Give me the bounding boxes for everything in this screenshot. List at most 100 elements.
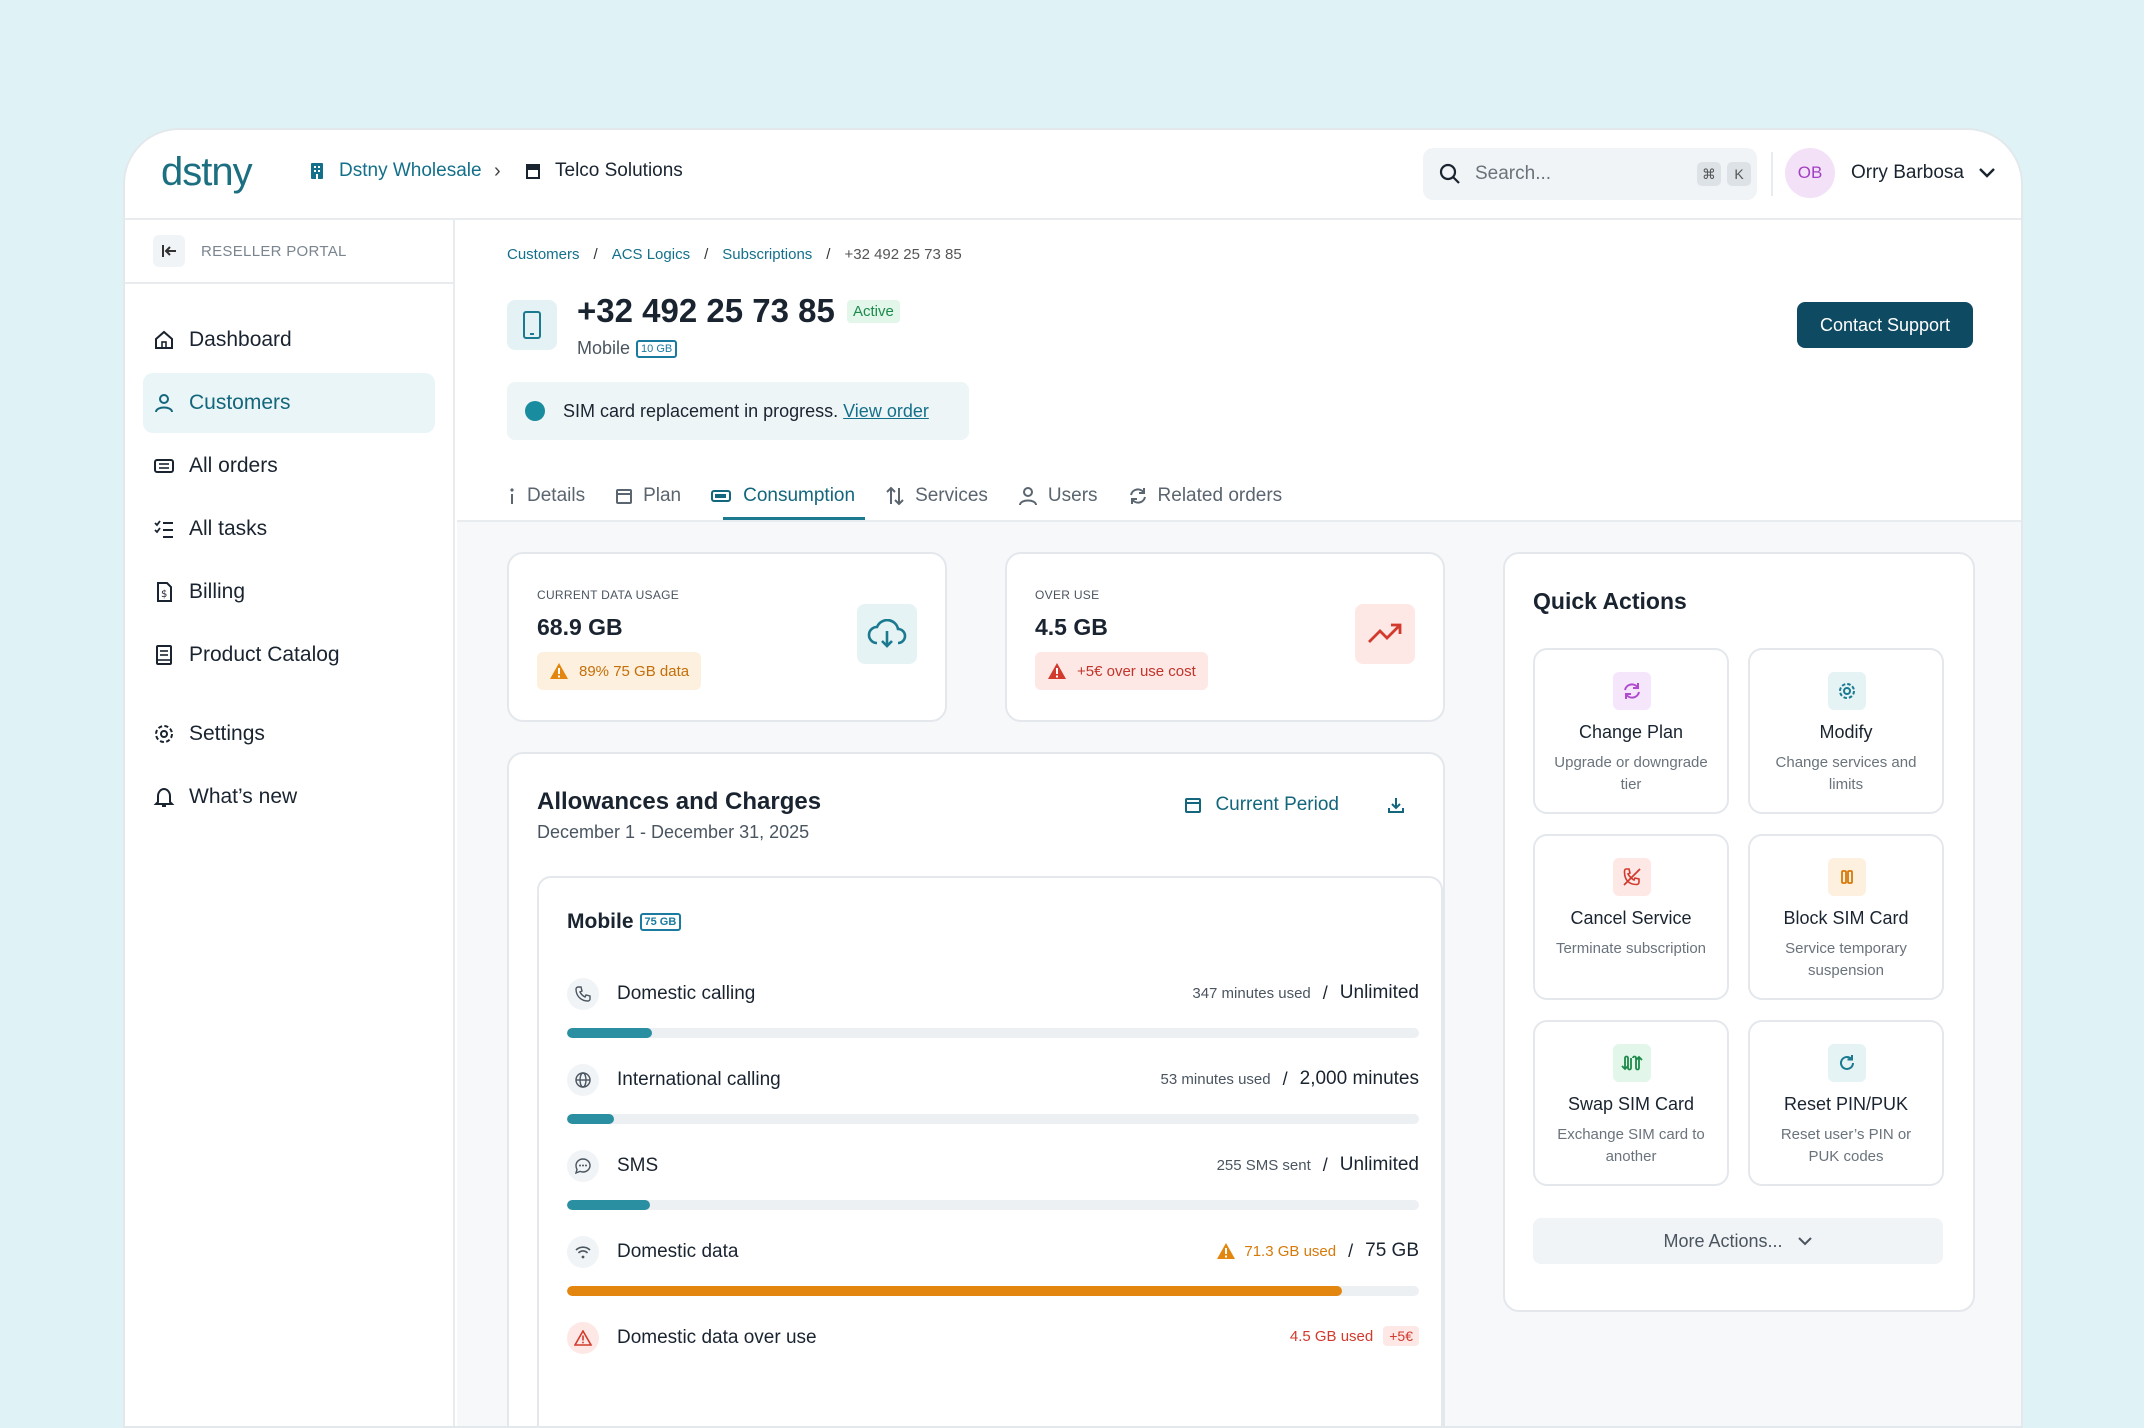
kpi-value: 4.5 GB xyxy=(1035,614,1108,640)
user-menu[interactable]: OB Orry Barbosa xyxy=(1771,148,1996,198)
tab-bar: Details Plan Consumption Services Users … xyxy=(507,472,1312,520)
period-label: Current Period xyxy=(1215,794,1339,815)
sidebar-item-all-orders[interactable]: All orders xyxy=(143,436,435,496)
breadcrumb-separator: / xyxy=(593,246,598,263)
allowances-period: December 1 - December 31, 2025 xyxy=(537,822,810,842)
tab-label: Services xyxy=(915,485,988,506)
status-badge: Active xyxy=(847,300,900,323)
swap-sim-card-button[interactable]: Swap SIM Card Exchange SIM card to anoth… xyxy=(1533,1020,1729,1186)
collapse-sidebar-icon[interactable] xyxy=(153,235,185,267)
row-usage: 255 SMS sent / Unlimited xyxy=(1217,1154,1419,1176)
warning-icon xyxy=(1217,1243,1236,1259)
tab-details[interactable]: Details xyxy=(507,472,585,520)
action-description: Exchange SIM card to another xyxy=(1557,1126,1705,1165)
row-label: Domestic calling xyxy=(567,978,755,1010)
row-label-text: Domestic calling xyxy=(617,983,756,1004)
home-icon xyxy=(155,330,173,349)
modify-button[interactable]: Modify Change services and limits xyxy=(1748,648,1944,814)
notice-text: SIM card replacement in progress. xyxy=(563,400,839,421)
change-plan-button[interactable]: Change Plan Upgrade or downgrade tier xyxy=(1533,648,1729,814)
allowances-title: Allowances and Charges xyxy=(537,788,822,815)
chevron-down-icon xyxy=(1979,168,1995,178)
usage-separator: / xyxy=(1322,982,1328,1003)
pause-icon xyxy=(1828,858,1866,896)
portal-label: RESELLER PORTAL xyxy=(201,242,347,260)
sidebar-item-label: All orders xyxy=(189,454,278,477)
row-label-text: SMS xyxy=(617,1155,659,1176)
gear-icon xyxy=(155,725,173,743)
breadcrumb-current: +32 492 25 73 85 xyxy=(844,246,962,263)
sidebar-item-label: Customers xyxy=(189,391,291,414)
search-input[interactable]: Search... ⌘ K xyxy=(1423,148,1757,200)
org-primary-label: Dstny Wholesale xyxy=(339,160,482,181)
action-description: Upgrade or downgrade tier xyxy=(1554,754,1708,793)
download-icon[interactable] xyxy=(1387,796,1405,819)
sidebar-nav: Dashboard Customers All orders All tasks… xyxy=(125,284,453,827)
shortcut-key: K xyxy=(1727,162,1751,186)
sidebar-item-dashboard[interactable]: Dashboard xyxy=(143,310,435,370)
row-label: International calling xyxy=(567,1064,781,1096)
consumption-panel: CURRENT DATA USAGE 68.9 GB 89% 75 GB dat… xyxy=(457,520,2021,1426)
action-description: Terminate subscription xyxy=(1555,940,1707,957)
row-label-text: International calling xyxy=(617,1069,781,1090)
sidebar-item-billing[interactable]: $ Billing xyxy=(143,562,435,622)
sidebar-item-all-tasks[interactable]: All tasks xyxy=(143,499,435,559)
usage-bar-fill xyxy=(567,1200,650,1210)
divider xyxy=(1771,152,1773,196)
sidebar-item-customers[interactable]: Customers xyxy=(143,373,435,433)
logo[interactable]: dstny xyxy=(161,150,253,195)
mobile-allowance-card: Mobile 75 GB Domestic calling 347 minute… xyxy=(537,876,1443,1426)
sidebar-item-product-catalog[interactable]: Product Catalog xyxy=(143,625,435,685)
plan-tag: 10 GB xyxy=(636,339,678,358)
tab-related-orders[interactable]: Related orders xyxy=(1128,472,1282,520)
sidebar-item-whats-new[interactable]: What’s new xyxy=(143,767,435,827)
tab-services[interactable]: Services xyxy=(885,472,988,520)
action-description: Service temporary suspension xyxy=(1785,940,1907,979)
mobile-plan-tag: 75 GB xyxy=(639,913,682,931)
org-link-secondary[interactable]: Telco Solutions xyxy=(523,160,683,182)
breadcrumb-acs-logics[interactable]: ACS Logics xyxy=(612,246,690,263)
building-icon xyxy=(311,163,323,179)
action-title: Modify xyxy=(1819,722,1873,742)
quick-actions-title: Quick Actions xyxy=(1533,588,1687,614)
tab-plan[interactable]: Plan xyxy=(615,472,681,520)
breadcrumb-subscriptions[interactable]: Subscriptions xyxy=(722,246,812,263)
main-area: Customers / ACS Logics / Subscriptions / +3… xyxy=(457,220,2021,1426)
block-sim-card-button[interactable]: Block SIM Card Service temporary suspens… xyxy=(1748,834,1944,1000)
row-label-text: Domestic data xyxy=(617,1241,739,1262)
wifi-icon xyxy=(567,1236,599,1268)
current-period-button[interactable]: Current Period xyxy=(1185,794,1339,816)
catalog-icon xyxy=(156,645,172,665)
gear-icon xyxy=(1828,672,1866,710)
more-actions-button[interactable]: More Actions... xyxy=(1533,1218,1943,1264)
reset-pin-puk-button[interactable]: Reset PIN/PUK Reset user’s PIN or PUK co… xyxy=(1748,1020,1944,1186)
tab-label: Consumption xyxy=(743,485,856,506)
app-window: dstny Dstny Wholesale › Telco Solutions … xyxy=(123,128,2023,1428)
org-link-primary[interactable]: Dstny Wholesale xyxy=(307,160,482,182)
billing-icon: $ xyxy=(157,582,172,602)
action-title: Change Plan xyxy=(1578,722,1684,742)
view-order-link[interactable]: View order xyxy=(843,401,929,422)
contact-support-button[interactable]: Contact Support xyxy=(1797,302,1973,348)
usage-text: 4.5 GB used xyxy=(1289,1327,1374,1345)
refresh-icon xyxy=(1613,672,1651,710)
over-use-card: OVER USE 4.5 GB +5€ over use cost xyxy=(1005,552,1445,722)
mobile-phone-icon xyxy=(507,300,557,350)
action-title: Reset PIN/PUK xyxy=(1783,1094,1909,1114)
tab-users[interactable]: Users xyxy=(1018,472,1098,520)
info-dot-icon xyxy=(525,401,545,421)
mobile-title-text: Mobile xyxy=(567,910,634,933)
pill-text: +5€ over use cost xyxy=(1077,662,1196,680)
usage-separator: / xyxy=(1322,1154,1328,1175)
limit-text: Unlimited xyxy=(1339,982,1419,1003)
breadcrumb-customers[interactable]: Customers xyxy=(507,246,580,263)
sidebar-item-settings[interactable]: Settings xyxy=(143,704,435,764)
tab-consumption[interactable]: Consumption xyxy=(711,472,866,520)
cancel-service-button[interactable]: Cancel Service Terminate subscription xyxy=(1533,834,1729,1000)
phone-icon xyxy=(567,978,599,1010)
quick-actions-card: Quick Actions Change Plan Upgrade or dow… xyxy=(1503,552,1975,1312)
user-icon xyxy=(1018,487,1037,506)
info-icon xyxy=(510,488,514,504)
row-usage: 4.5 GB used +5€ xyxy=(1290,1326,1419,1346)
page-title: +32 492 25 73 85 xyxy=(577,292,835,329)
